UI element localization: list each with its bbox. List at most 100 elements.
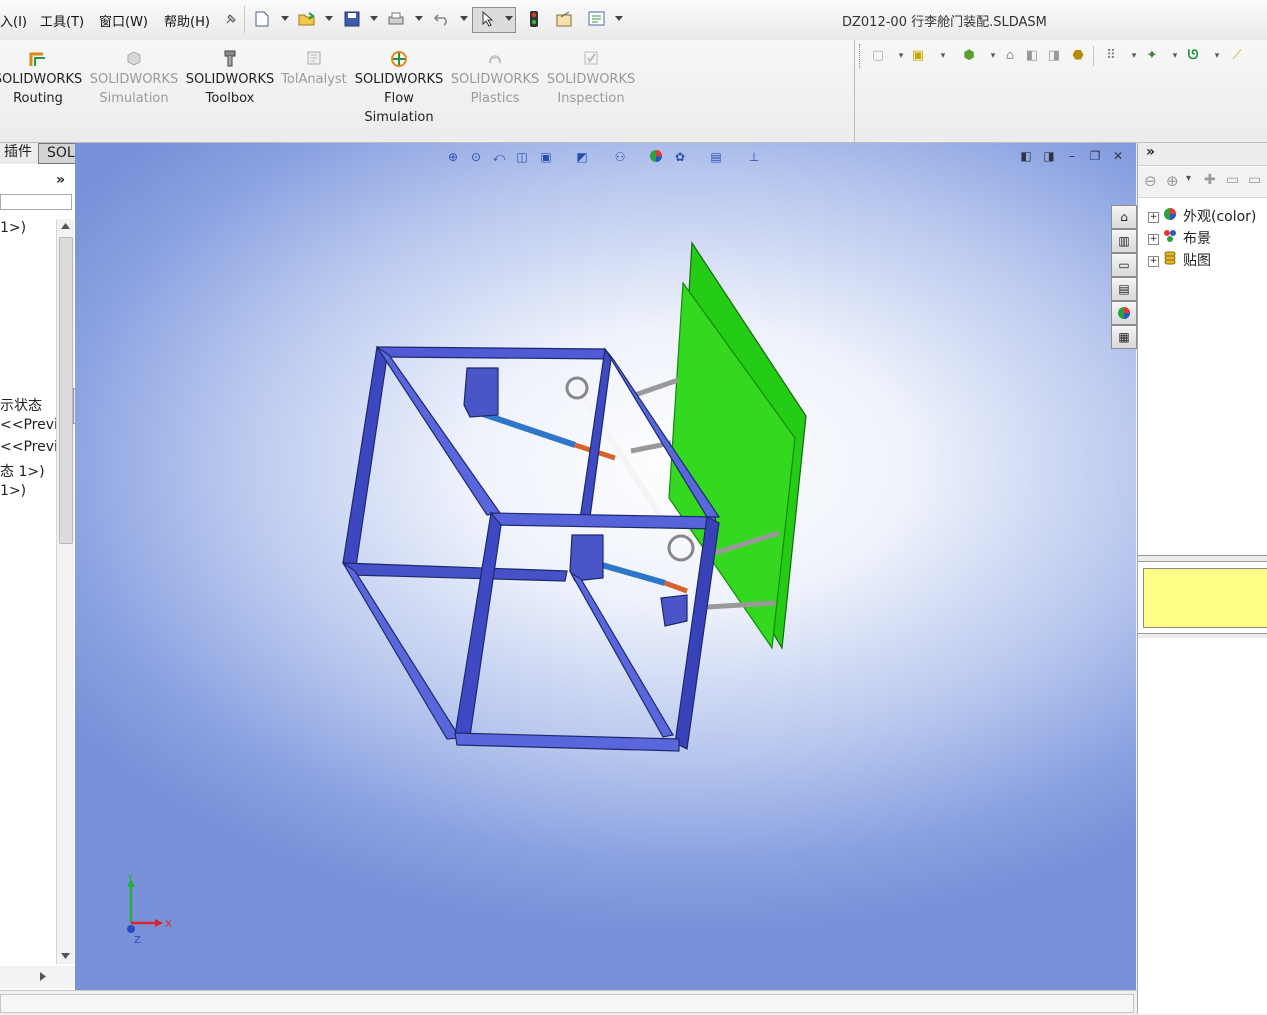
- view-palette-icon[interactable]: ▤: [1111, 277, 1137, 301]
- forward-icon[interactable]: ⊕: [1166, 172, 1179, 190]
- menu-tools[interactable]: 工具(T): [40, 11, 84, 30]
- scroll-down-arrow-icon[interactable]: [61, 953, 70, 959]
- print-icon[interactable]: [386, 9, 406, 29]
- menu-help[interactable]: 帮助(H): [164, 11, 210, 30]
- menu-insert[interactable]: 入(I): [0, 11, 27, 30]
- tree-item[interactable]: <<Previ: [0, 439, 56, 455]
- hide-show-icon[interactable]: ◨: [1044, 46, 1064, 66]
- tree-item[interactable]: <<Previ: [0, 417, 56, 433]
- flow-simulation-icon: [351, 50, 447, 70]
- tab-plugins[interactable]: 插件: [0, 143, 38, 162]
- curve-icon[interactable]: ᘎ: [1183, 46, 1203, 66]
- ribbon-flow-simulation-button[interactable]: SOLIDWORKS Flow Simulation: [351, 50, 447, 127]
- scrollbar-thumb[interactable]: [59, 237, 73, 544]
- expand-icon[interactable]: +: [1148, 211, 1159, 223]
- print-dropdown-arrow[interactable]: [415, 16, 423, 21]
- open-dropdown-arrow[interactable]: [325, 16, 333, 21]
- ribbon-routing-button[interactable]: SOLIDWORKS Routing: [0, 50, 86, 108]
- dropdown-arrow-icon[interactable]: ▾: [933, 46, 953, 66]
- ribbon-tolanalyst-button[interactable]: TolAnalyst: [266, 50, 362, 89]
- dropdown-arrow-icon[interactable]: ▾: [1124, 46, 1144, 66]
- scroll-right-arrow-icon[interactable]: [40, 972, 46, 981]
- routing-icon: [0, 50, 86, 70]
- ribbon-label-line1: SOLIDWORKS: [354, 72, 444, 87]
- expand-panel-chevron-icon[interactable]: »: [1146, 144, 1155, 160]
- ribbon-inspection-button[interactable]: SOLIDWORKS Inspection: [543, 50, 639, 108]
- back-icon[interactable]: ⊖: [1144, 172, 1157, 190]
- scene-icon: [1163, 229, 1179, 249]
- expand-icon[interactable]: +: [1148, 255, 1159, 267]
- mount-bracket: [660, 594, 688, 627]
- file-properties-icon[interactable]: [555, 9, 575, 29]
- tree-item-appearance[interactable]: + 外观(color): [1148, 207, 1256, 227]
- save-dropdown-arrow[interactable]: [370, 16, 378, 21]
- dropdown-arrow-icon[interactable]: ▾: [1165, 46, 1185, 66]
- task-pane-splitter[interactable]: [1138, 555, 1267, 562]
- custom-properties-icon[interactable]: ▦: [1111, 325, 1137, 349]
- new-dropdown-arrow[interactable]: [281, 16, 289, 21]
- scroll-up-arrow-icon[interactable]: [61, 223, 70, 229]
- component-preview-icon[interactable]: ▢: [868, 46, 888, 66]
- file-explorer-folder-icon[interactable]: ▭: [1111, 253, 1137, 277]
- options-dropdown-arrow[interactable]: [615, 16, 623, 21]
- tree-item[interactable]: 1>): [0, 483, 56, 499]
- status-message-field: [0, 994, 1134, 1013]
- pattern-icon[interactable]: ⠿: [1101, 46, 1121, 66]
- save-icon[interactable]: [342, 9, 362, 29]
- ribbon-label-line2: Plastics: [470, 91, 520, 106]
- tree-item[interactable]: 1>): [0, 220, 56, 236]
- dropdown-arrow-icon[interactable]: ▾: [1186, 173, 1191, 184]
- select-dropdown-arrow[interactable]: [505, 16, 513, 21]
- expand-icon[interactable]: +: [1148, 233, 1159, 245]
- tree-item-scenes[interactable]: + 布景: [1148, 229, 1211, 249]
- solidworks-resources-home-icon[interactable]: ⌂: [1111, 205, 1137, 229]
- ribbon-label-line2: Routing: [13, 91, 63, 106]
- graphics-viewport[interactable]: ⊕ ⊙ ⤺ ◫ ▣ ◩ ⚇ ✿ ▤ ⊥ ◧ ◨ – ❐ ✕ Y X Z: [75, 143, 1136, 990]
- new-folder-icon[interactable]: ▭: [1248, 172, 1261, 188]
- view-icon[interactable]: ⌂: [1000, 46, 1020, 66]
- open-folder-icon[interactable]: [297, 9, 317, 29]
- appearance-icon[interactable]: ⬣: [1068, 46, 1088, 66]
- assembly-icon[interactable]: ⬢: [959, 46, 979, 66]
- rebuild-traffic-light-icon[interactable]: [524, 9, 544, 29]
- menu-window[interactable]: 窗口(W): [99, 11, 148, 30]
- feature-filter-input[interactable]: [0, 194, 72, 210]
- new-document-icon[interactable]: [252, 9, 272, 29]
- ribbon-toolbox-button[interactable]: SOLIDWORKS Toolbox: [182, 50, 278, 108]
- appearances-scenes-icon[interactable]: [1111, 301, 1137, 325]
- toolbar-grip[interactable]: [859, 44, 862, 68]
- ribbon-label-line1: SOLIDWORKS: [0, 72, 83, 87]
- appearance-preview-swatch: [1143, 568, 1267, 628]
- expand-panel-chevron-icon[interactable]: »: [56, 172, 65, 188]
- dropdown-arrow-icon[interactable]: ▾: [1207, 46, 1227, 66]
- tree-item[interactable]: 示状态: [0, 395, 56, 415]
- assembly-model-render[interactable]: [75, 143, 1136, 990]
- ribbon-simulation-button[interactable]: SOLIDWORKS Simulation: [86, 50, 182, 108]
- add-to-library-icon[interactable]: ✚: [1204, 172, 1216, 188]
- tree-item-decals[interactable]: + 贴图: [1148, 251, 1211, 271]
- task-pane-splitter[interactable]: [1138, 633, 1267, 638]
- design-library-icon[interactable]: ▥: [1111, 229, 1137, 253]
- display-style-icon[interactable]: ▣: [908, 46, 928, 66]
- options-icon[interactable]: [587, 9, 607, 29]
- decal-stack-icon: [1163, 251, 1179, 271]
- ribbon-plastics-button[interactable]: SOLIDWORKS Plastics: [447, 50, 543, 108]
- ribbon-label-line1: SOLIDWORKS: [450, 72, 540, 87]
- open-folder-icon[interactable]: ▭: [1226, 172, 1239, 188]
- section-view-icon[interactable]: ◧: [1022, 46, 1042, 66]
- undo-icon[interactable]: [432, 9, 452, 29]
- pin-icon[interactable]: [221, 9, 241, 29]
- ribbon-label-line1: SOLIDWORKS: [546, 72, 636, 87]
- tree-item-label: 外观(color): [1183, 209, 1257, 225]
- smart-fastener-icon[interactable]: ✦: [1142, 46, 1162, 66]
- tree-vertical-scrollbar[interactable]: [56, 219, 74, 964]
- measure-icon[interactable]: ⟋: [1227, 46, 1247, 66]
- ribbon-label-line2: Flow: [384, 91, 414, 106]
- document-title: DZ012-00 行李舱门装配.SLDASM: [842, 15, 1047, 30]
- undo-dropdown-arrow[interactable]: [460, 16, 468, 21]
- select-cursor-icon[interactable]: [477, 9, 497, 29]
- simulation-icon: [86, 50, 182, 70]
- tree-item[interactable]: 态 1>): [0, 461, 56, 481]
- tree-horizontal-scrollbar[interactable]: [0, 966, 75, 988]
- tree-item-label: 布景: [1183, 231, 1211, 247]
